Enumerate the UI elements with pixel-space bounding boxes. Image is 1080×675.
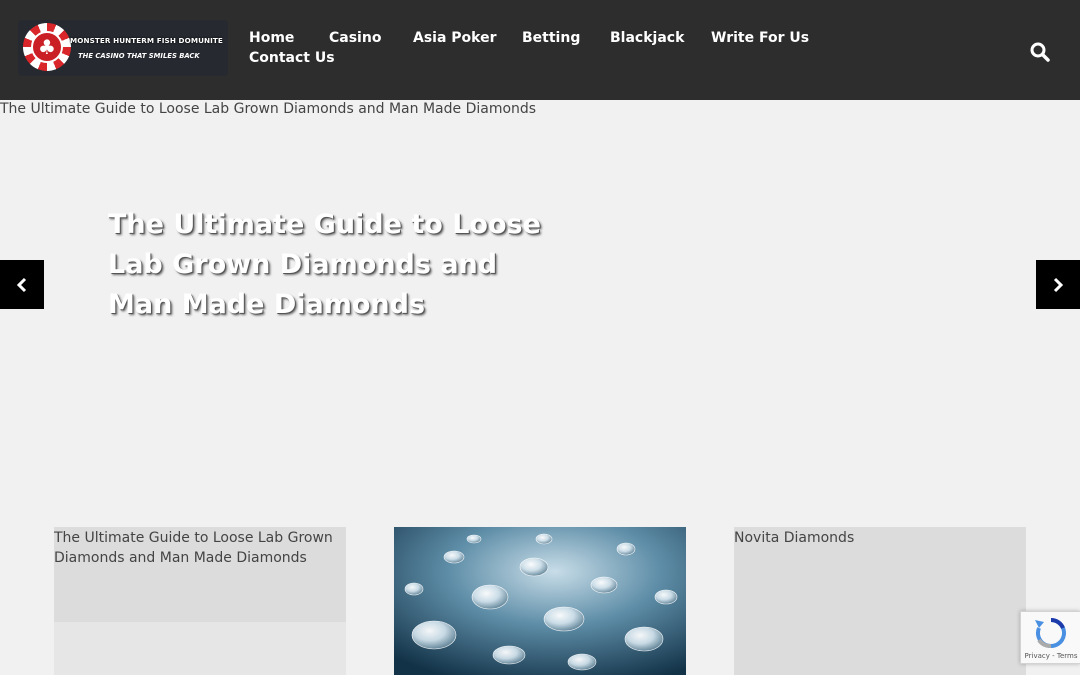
post-card[interactable]: Novita Diamonds bbox=[734, 527, 1026, 675]
card-image-alt: The Ultimate Guide to Loose Lab Grown Di… bbox=[54, 530, 333, 566]
hero-image-alt: The Ultimate Guide to Loose Lab Grown Di… bbox=[0, 101, 536, 117]
card-image-alt: Novita Diamonds bbox=[734, 530, 855, 546]
post-card-diamonds-image[interactable] bbox=[394, 527, 686, 675]
site-logo[interactable]: ♣ Monster Hunterm Fish Domunite The Casi… bbox=[18, 20, 228, 76]
post-card[interactable]: The Ultimate Guide to Loose Lab Grown Di… bbox=[54, 527, 346, 675]
nav-write-for-us[interactable]: Write For Us bbox=[711, 30, 809, 46]
nav-home[interactable]: Home bbox=[249, 30, 294, 46]
slider-prev-button[interactable] bbox=[0, 260, 44, 309]
recaptcha-links[interactable]: Privacy - Terms bbox=[1021, 652, 1080, 660]
diamonds-photo bbox=[394, 527, 686, 675]
hero-image-alt-text: The Ultimate Guide to Loose Lab Grown Di… bbox=[0, 101, 537, 117]
hero-title[interactable]: The Ultimate Guide to Loose Lab Grown Di… bbox=[108, 205, 568, 325]
logo-tagline: The Casino That Smiles Back bbox=[78, 52, 200, 60]
search-icon[interactable] bbox=[1028, 40, 1052, 64]
logo-title: Monster Hunterm Fish Domunite bbox=[70, 36, 223, 45]
nav-asia-poker[interactable]: Asia Poker bbox=[413, 30, 497, 46]
recaptcha-badge[interactable]: Privacy - Terms bbox=[1020, 611, 1080, 664]
recaptcha-icon bbox=[1035, 618, 1066, 649]
nav-casino[interactable]: Casino bbox=[329, 30, 381, 46]
poker-chip-club-icon: ♣ bbox=[23, 23, 71, 71]
chevron-left-icon bbox=[16, 277, 27, 292]
slider-next-button[interactable] bbox=[1036, 260, 1080, 309]
chevron-right-icon bbox=[1053, 277, 1064, 292]
nav-blackjack[interactable]: Blackjack bbox=[610, 30, 684, 46]
nav-contact-us[interactable]: Contact Us bbox=[249, 50, 335, 66]
nav-betting[interactable]: Betting bbox=[522, 30, 580, 46]
site-header: ♣ Monster Hunterm Fish Domunite The Casi… bbox=[0, 0, 1080, 100]
